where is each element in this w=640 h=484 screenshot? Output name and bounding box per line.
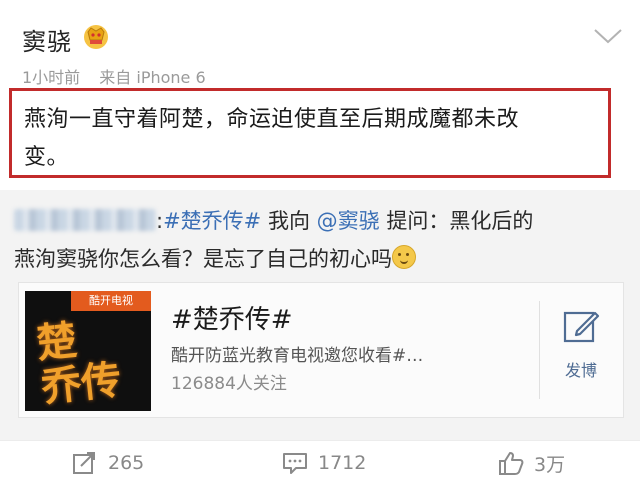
topic-thumbnail: 酷开电视 楚乔传 [25,291,151,411]
ask-prefix: 提问： [379,209,450,233]
question-part-1: 黑化后的 [449,209,534,233]
like-count: 3万 [534,453,566,476]
repost-area[interactable]: :#楚乔传# 我向 @窦骁 提问：黑化后的 燕洵窦骁你怎么看？是忘了自己的初心吗… [0,190,640,440]
action-bar: 265 1712 3万 [0,440,640,484]
word-me: 我向 [261,209,317,233]
card-description: 酷开防蓝光教育电视邀您收看#… [171,346,424,366]
like-button[interactable]: 3万 [498,449,565,477]
card-divider [539,301,540,399]
comment-count: 1712 [318,452,367,474]
compose-icon [563,311,600,343]
post-text-line-2: 变。 [24,145,70,170]
question-part-2: 燕洵窦骁你怎么看？是忘了自己的初心吗 [14,247,392,271]
blurred-username [14,209,156,231]
thumbnail-calligraphy: 楚乔传 [34,316,124,411]
repost-text: :#楚乔传# 我向 @窦骁 提问：黑化后的 燕洵窦骁你怎么看？是忘了自己的初心吗 [14,202,624,278]
post-meta: 1小时前 来自 iPhone 6 [22,64,220,88]
hashtag-link[interactable]: #楚乔传# [163,209,261,233]
repost-button[interactable]: 265 [72,449,144,477]
post-time: 1小时前 [22,68,81,87]
smile-emoji-icon [392,245,416,269]
card-title[interactable]: #楚乔传# [171,299,293,336]
compose-post-button[interactable]: 发博 [551,307,611,387]
repost-count: 265 [108,452,145,474]
thumbnail-brand-label: 酷开电视 [71,291,151,311]
post-text-highlight: 燕洵一直守着阿楚，命运迫使直至后期成魔都未改 变。 [9,88,611,178]
comment-button[interactable]: 1712 [282,449,366,477]
post-text-line-1: 燕洵一直守着阿楚，命运迫使直至后期成魔都未改 [24,107,520,132]
card-followers: 126884人关注 [171,374,287,394]
username[interactable]: 窦骁 [22,22,72,57]
like-icon [499,452,524,475]
chevron-down-icon[interactable] [591,26,625,46]
repost-icon [73,452,95,474]
post-header: 窦骁 1小时前 来自 iPhone 6 [0,0,640,92]
comment-icon [283,453,307,474]
mention-link[interactable]: @窦骁 [317,209,380,233]
crown-icon [84,25,108,49]
compose-post-label: 发博 [564,361,597,380]
topic-card[interactable]: 酷开电视 楚乔传 #楚乔传# 酷开防蓝光教育电视邀您收看#… 126884人关注… [18,282,624,418]
post-source: 来自 iPhone 6 [99,68,206,87]
